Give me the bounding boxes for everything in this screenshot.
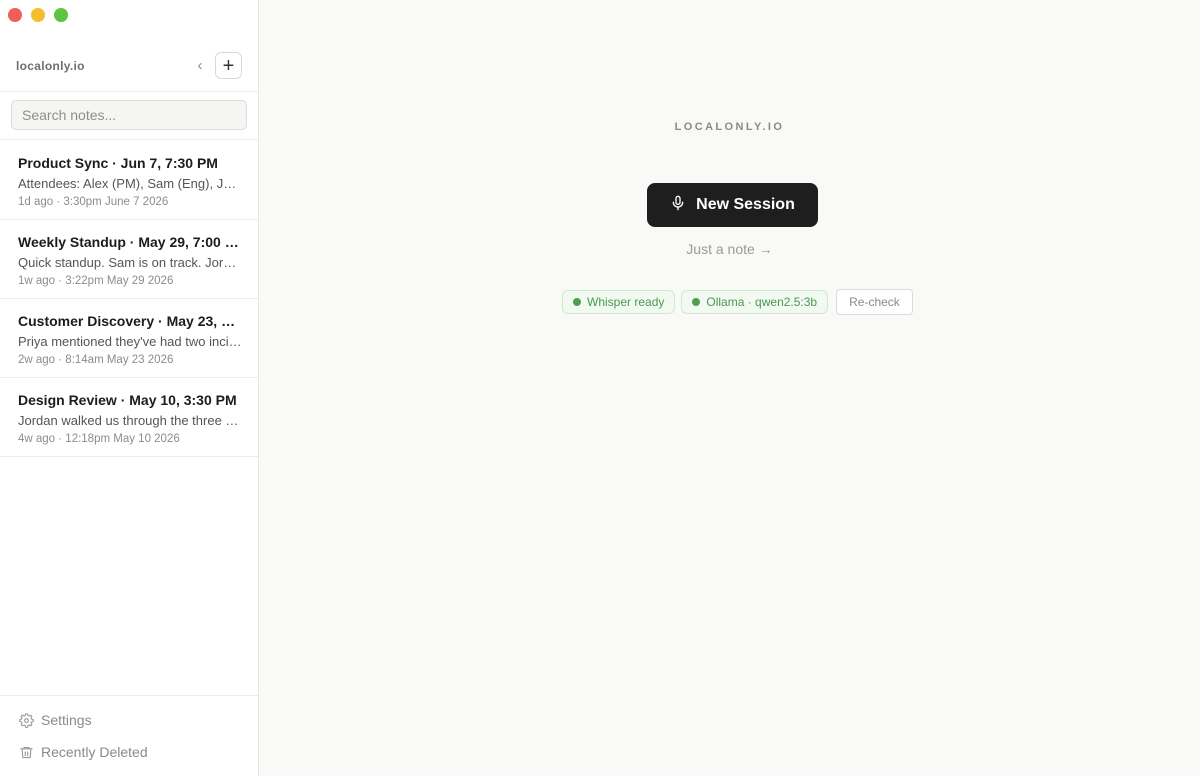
recheck-button[interactable]: Re-check — [836, 289, 913, 315]
note-meta: 1d ago · 3:30pm June 7 2026 — [18, 196, 169, 208]
chevron-left-icon: ‹ — [197, 57, 203, 74]
ollama-status-label: Ollama · qwen2.5:3b — [706, 295, 818, 309]
note-list-item[interactable]: Customer Discovery · May 23, 11:14 AM Pr… — [0, 299, 258, 378]
window-controls — [8, 8, 68, 22]
just-a-note-link[interactable]: Just a note → — [259, 241, 1200, 257]
plus-icon: + — [222, 54, 235, 77]
new-session-label: New Session — [696, 196, 795, 213]
status-dot-icon — [573, 298, 581, 306]
note-title: Customer Discovery · May 23, 11:14 AM — [18, 313, 242, 329]
notes-list: Product Sync · Jun 7, 7:30 PM Attendees:… — [0, 141, 258, 457]
settings-label: Settings — [41, 712, 92, 728]
status-dot-icon — [692, 298, 701, 306]
search-bar — [0, 92, 258, 140]
note-title: Design Review · May 10, 3:30 PM — [18, 392, 237, 408]
sidebar-brand: localonly.io — [16, 59, 85, 73]
microphone-icon — [670, 194, 686, 217]
trash-icon — [19, 745, 34, 760]
note-meta: 2w ago · 8:14am May 23 2026 — [18, 354, 174, 366]
note-meta: 1w ago · 3:22pm May 29 2026 — [18, 275, 174, 287]
collapse-sidebar-button[interactable]: ‹ — [192, 56, 208, 76]
main-brand: LOCALONLY.IO — [674, 121, 785, 133]
recently-deleted-label: Recently Deleted — [41, 744, 148, 760]
new-note-button[interactable]: + — [215, 52, 242, 79]
zoom-window-button[interactable] — [54, 8, 68, 22]
close-window-button[interactable] — [8, 8, 22, 22]
note-meta: 4w ago · 12:18pm May 10 2026 — [18, 433, 180, 445]
new-session-button[interactable]: New Session — [647, 183, 818, 227]
settings-link[interactable]: Settings — [19, 712, 92, 728]
sidebar: localonly.io ‹ + Product Sync · Jun 7, 7… — [0, 0, 259, 776]
whisper-status-label: Whisper ready — [587, 295, 665, 309]
app-window: localonly.io ‹ + Product Sync · Jun 7, 7… — [0, 0, 1200, 776]
search-input[interactable] — [11, 100, 247, 130]
note-title: Product Sync · Jun 7, 7:30 PM — [18, 155, 218, 171]
status-row: Whisper ready Ollama · qwen2.5:3b Re-che… — [562, 289, 913, 315]
minimize-window-button[interactable] — [31, 8, 45, 22]
note-list-item[interactable]: Design Review · May 10, 3:30 PM Jordan w… — [0, 378, 258, 457]
gear-icon — [19, 712, 34, 728]
note-title: Weekly Standup · May 29, 7:00 PM — [18, 234, 242, 250]
sidebar-header: localonly.io ‹ + — [0, 52, 258, 92]
note-preview: Priya mentioned they've had two incident… — [18, 334, 242, 349]
note-list-item[interactable]: Product Sync · Jun 7, 7:30 PM Attendees:… — [0, 141, 258, 220]
note-preview: Attendees: Alex (PM), Sam (Eng), Jordan … — [18, 176, 242, 191]
recently-deleted-link[interactable]: Recently Deleted — [19, 744, 148, 760]
ollama-status-badge: Ollama · qwen2.5:3b — [681, 290, 829, 314]
note-preview: Jordan walked us through the three main … — [18, 413, 242, 428]
whisper-status-badge: Whisper ready — [562, 290, 676, 314]
note-preview: Quick standup. Sam is on track. Jordan i… — [18, 255, 242, 270]
note-list-item[interactable]: Weekly Standup · May 29, 7:00 PM Quick s… — [0, 220, 258, 299]
sidebar-footer: Settings Recently Deleted — [0, 695, 258, 776]
main-panel: LOCALONLY.IO New Session Just a note → W… — [259, 0, 1200, 776]
